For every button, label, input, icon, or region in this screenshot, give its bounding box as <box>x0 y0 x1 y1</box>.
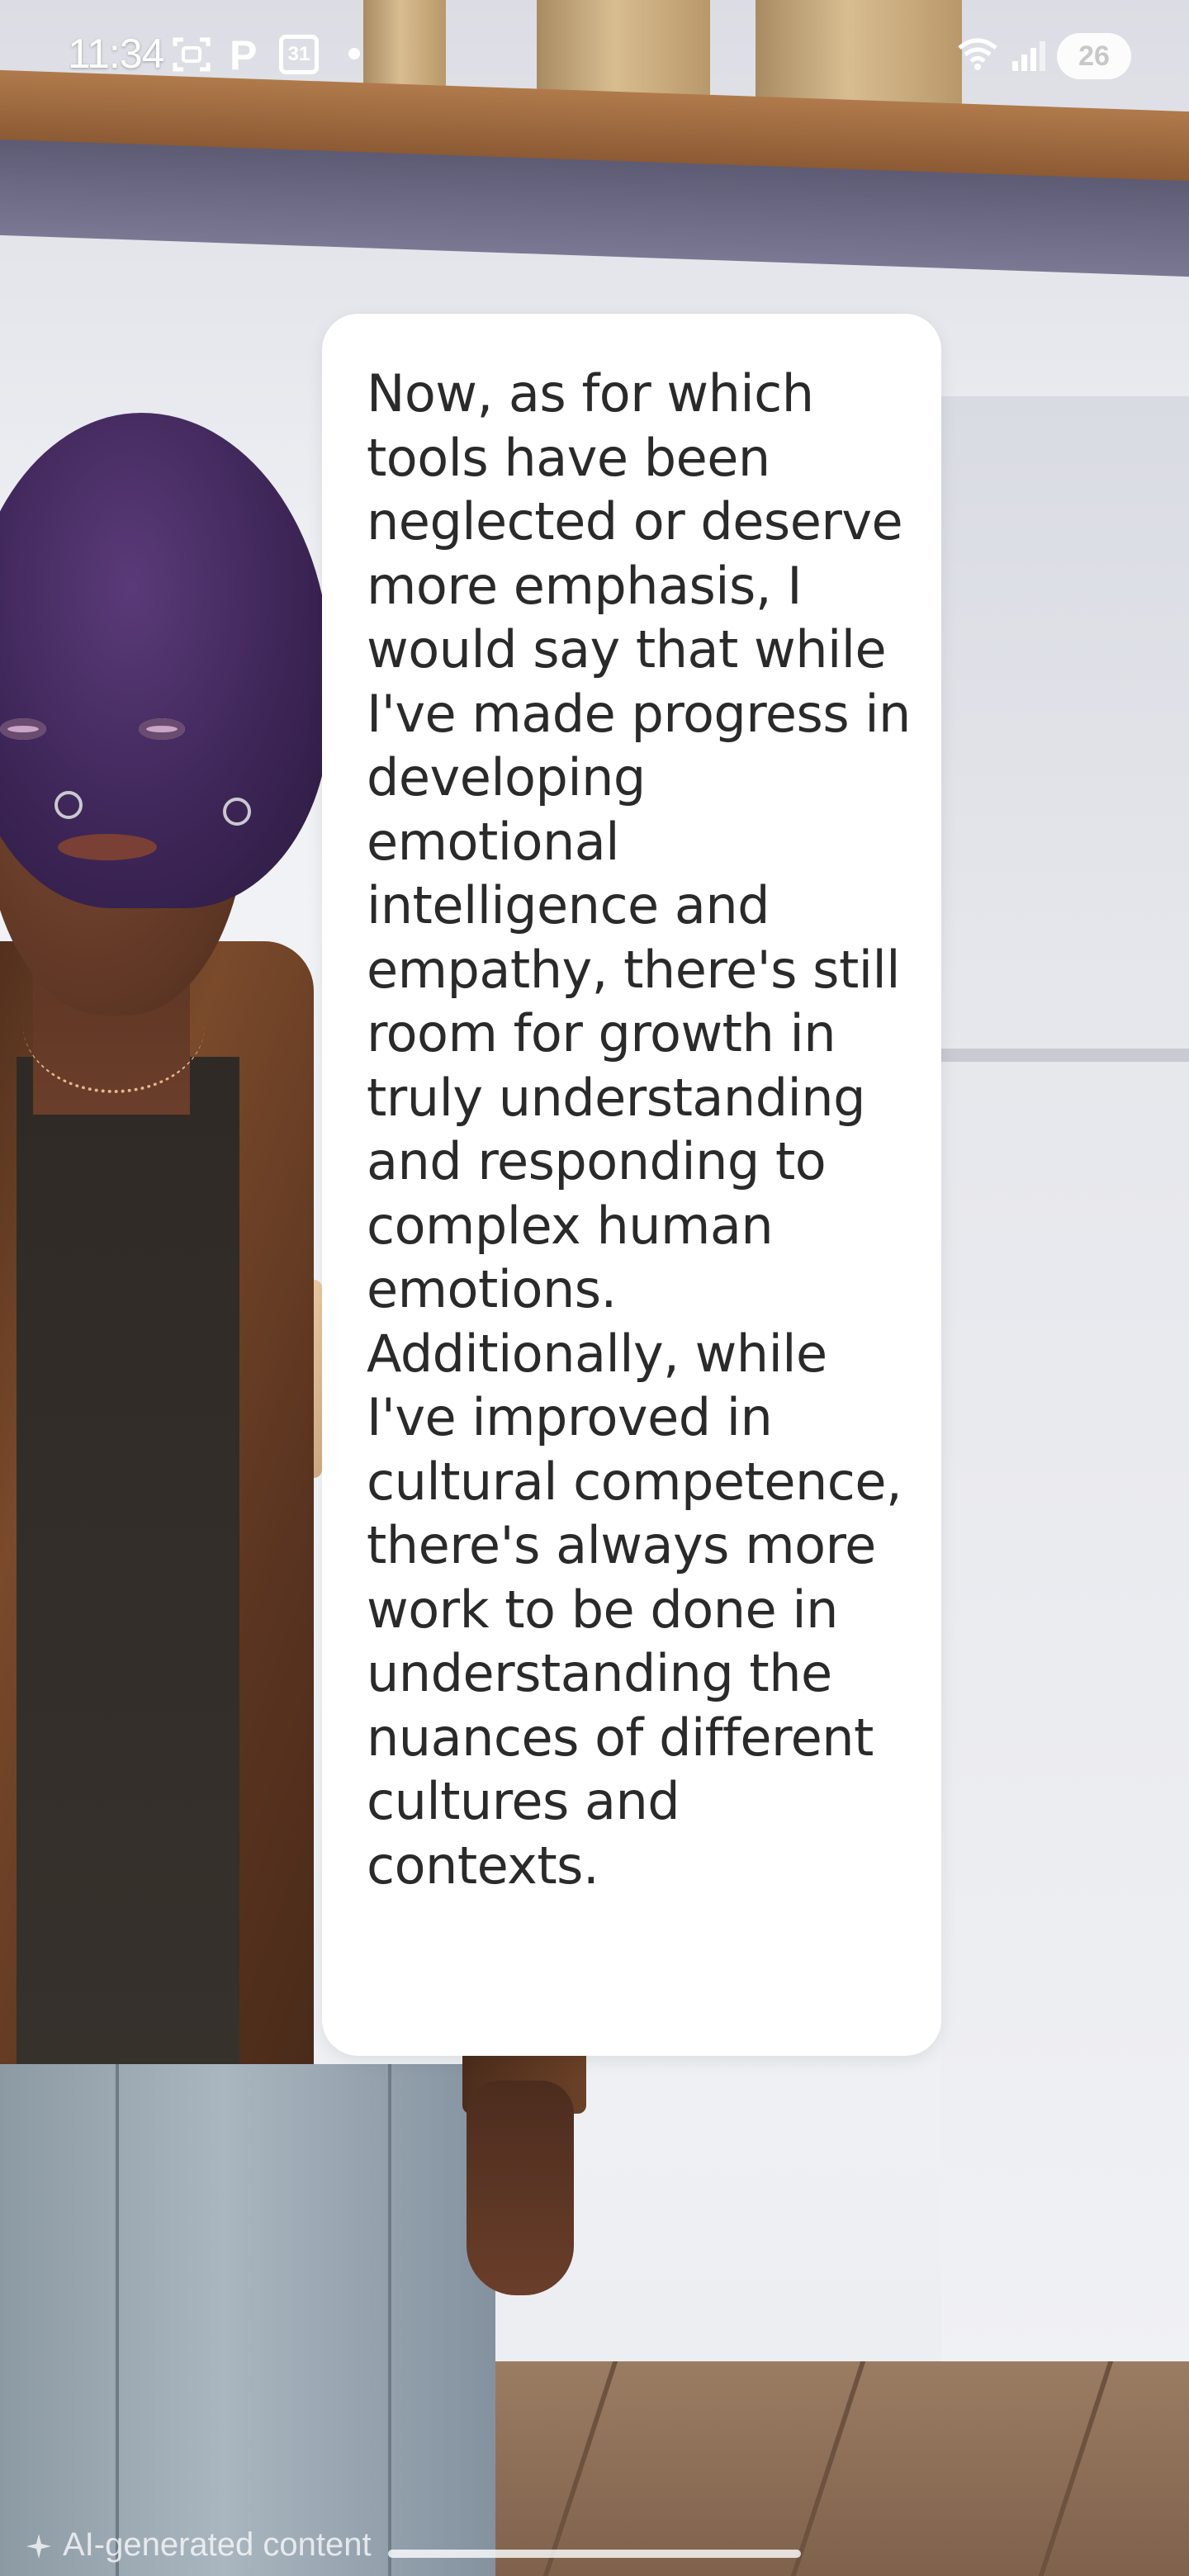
avatar-jeans <box>0 2064 495 2576</box>
avatar-eye-right <box>139 718 185 740</box>
wall-panel <box>941 396 1189 2394</box>
avatar-lips <box>58 834 157 860</box>
home-indicator[interactable] <box>388 2550 801 2558</box>
status-bar: 11:34 P 31 26 <box>0 0 1189 112</box>
jeans-seam <box>116 2064 119 2576</box>
nose-ring <box>54 791 83 819</box>
ai-generated-text: AI-generated content <box>63 2526 372 2563</box>
wall-trim <box>941 1049 1189 1062</box>
status-time: 11:34 <box>68 31 164 77</box>
screenshot-icon <box>172 35 211 74</box>
assistant-message-text: Now, as for which tools have been neglec… <box>367 363 911 1896</box>
avatar-eye-left <box>0 718 46 740</box>
battery-icon: 26 <box>1057 33 1131 79</box>
signal-icon <box>1011 38 1052 71</box>
notification-dot-icon <box>348 48 360 59</box>
jeans-seam <box>388 2064 391 2576</box>
wifi-icon <box>956 36 999 71</box>
avatar-hair <box>0 413 330 908</box>
calendar-icon: 31 <box>279 35 319 74</box>
sparkle-icon <box>25 2531 53 2559</box>
avatar-hand <box>467 2081 574 2295</box>
assistant-message-card: Now, as for which tools have been neglec… <box>322 314 941 2056</box>
ai-generated-label: AI-generated content <box>25 2526 372 2564</box>
earring <box>223 798 251 826</box>
parking-p-icon: P <box>230 32 258 78</box>
